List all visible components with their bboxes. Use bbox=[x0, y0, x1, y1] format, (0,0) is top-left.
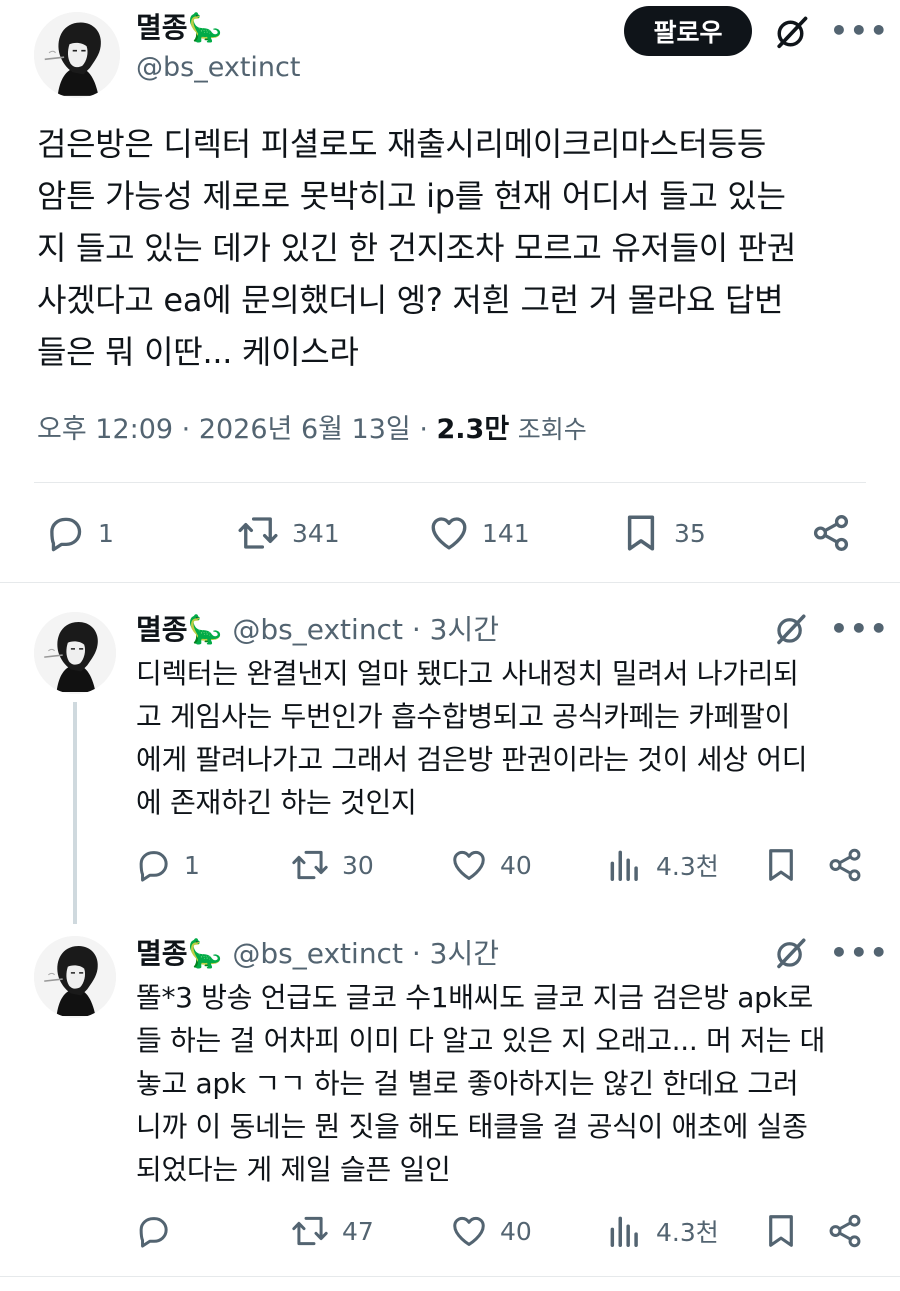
reply-body-line: 놓고 apk ㄱㄱ 하는 걸 별로 좋아하지는 않긴 한데요 그러 bbox=[136, 1067, 799, 1100]
retweet-icon bbox=[290, 846, 330, 884]
like-button[interactable]: 141 bbox=[428, 512, 530, 554]
views-label: 조회수 bbox=[517, 415, 587, 444]
reply-body-line: 똘*3 방송 언급도 글코 수1배씨도 글코 지금 검은방 apk로 bbox=[136, 981, 813, 1014]
reply-button[interactable] bbox=[134, 1212, 184, 1250]
reply-body-line: 니까 이 동네는 뭔 짓을 해도 태클을 걸 공식이 애초에 실종 bbox=[136, 1110, 808, 1143]
reply-bubble-icon bbox=[134, 1212, 172, 1250]
more-dots-icon[interactable]: ••• bbox=[830, 612, 890, 645]
share-button[interactable] bbox=[826, 846, 864, 884]
follow-button[interactable]: 팔로우 bbox=[624, 6, 752, 56]
views-button[interactable]: 4.3천 bbox=[606, 846, 719, 884]
bookmark-icon bbox=[762, 1212, 800, 1250]
like-button[interactable]: 40 bbox=[450, 1212, 532, 1250]
more-dots-icon[interactable]: ••• bbox=[830, 14, 890, 47]
bookmark-icon bbox=[620, 512, 662, 554]
like-count: 40 bbox=[500, 850, 532, 880]
divider bbox=[34, 482, 866, 483]
reply-header: 멸종🦕 @bs_extinct · 3시간 bbox=[136, 608, 499, 648]
retweet-count: 47 bbox=[342, 1216, 374, 1246]
retweet-button[interactable]: 30 bbox=[290, 846, 374, 884]
retweet-icon bbox=[290, 1212, 330, 1250]
avatar[interactable] bbox=[34, 612, 116, 694]
reply-body: 디렉터는 완결낸지 얼마 됐다고 사내정치 밀려서 나가리되 고 게임사는 두번… bbox=[136, 652, 876, 824]
retweet-count: 30 bbox=[342, 850, 374, 880]
timestamp[interactable]: 오후 12:09 · 2026년 6월 13일 · bbox=[37, 414, 428, 445]
views-button[interactable]: 4.3천 bbox=[606, 1212, 719, 1250]
tweet-meta: 오후 12:09 · 2026년 6월 13일 · 2.3만 조회수 bbox=[37, 407, 587, 446]
share-icon bbox=[810, 512, 852, 554]
views-count: 2.3만 bbox=[436, 414, 510, 445]
like-count: 141 bbox=[482, 518, 530, 548]
divider bbox=[0, 1276, 900, 1277]
retweet-button[interactable]: 47 bbox=[290, 1212, 374, 1250]
bookmark-count: 35 bbox=[674, 518, 706, 548]
reply-count: 1 bbox=[98, 518, 114, 548]
reply-bubble-icon bbox=[44, 512, 86, 554]
avatar[interactable] bbox=[34, 12, 120, 98]
reply-bubble-icon bbox=[134, 846, 172, 884]
heart-icon bbox=[450, 1212, 488, 1250]
tweet-body-line: 들은 뭐 이딴... 케이스라 bbox=[37, 333, 359, 371]
reply-button[interactable]: 1 bbox=[134, 846, 200, 884]
grok-slash-circle-icon[interactable] bbox=[774, 14, 810, 50]
like-button[interactable]: 40 bbox=[450, 846, 532, 884]
reply-body-line: 되었다는 게 제일 슬픈 일인 bbox=[136, 1153, 451, 1186]
reply-body-line: 고 게임사는 두번인가 흡수합병되고 공식카페는 카페팔이 bbox=[136, 700, 791, 733]
tweet-body-line: 암튼 가능성 제로로 못박히고 ip를 현재 어디서 들고 있는 bbox=[37, 177, 786, 215]
author-name[interactable]: 멸종🦕 bbox=[136, 6, 222, 46]
reply-body-line: 에 존재하긴 하는 것인지 bbox=[136, 786, 417, 819]
more-dots-icon[interactable]: ••• bbox=[830, 936, 890, 969]
grok-slash-circle-icon[interactable] bbox=[774, 612, 808, 646]
author-handle-time[interactable]: @bs_extinct · 3시간 bbox=[232, 608, 499, 648]
heart-icon bbox=[450, 846, 488, 884]
tweet-body: 검은방은 디렉터 피셜로도 재출시리메이크리마스터등등 암튼 가능성 제로로 못… bbox=[37, 118, 867, 378]
author-handle-time[interactable]: @bs_extinct · 3시간 bbox=[232, 932, 499, 972]
views-count: 4.3천 bbox=[656, 1218, 719, 1247]
bookmark-button[interactable] bbox=[762, 1212, 800, 1250]
reply-count: 1 bbox=[184, 850, 200, 880]
tweet-body-line: 사겠다고 ea에 문의했더니 엥? 저흰 그런 거 몰라요 답변 bbox=[37, 281, 784, 319]
reply-button[interactable]: 1 bbox=[44, 512, 114, 554]
reply-body-line: 디렉터는 완결낸지 얼마 됐다고 사내정치 밀려서 나가리되 bbox=[136, 657, 799, 690]
views-bars-icon bbox=[606, 846, 644, 884]
share-icon bbox=[826, 846, 864, 884]
share-button[interactable] bbox=[810, 512, 852, 554]
bookmark-button[interactable] bbox=[762, 846, 800, 884]
reply-body: 똘*3 방송 언급도 글코 수1배씨도 글코 지금 검은방 apk로 들 하는 … bbox=[136, 976, 876, 1191]
retweet-icon bbox=[236, 512, 280, 554]
tweet-body-line: 지 들고 있는 데가 있긴 한 건지조차 모르고 유저들이 판권 bbox=[37, 229, 797, 267]
heart-icon bbox=[428, 512, 470, 554]
views-bars-icon bbox=[606, 1212, 644, 1250]
tweet-body-line: 검은방은 디렉터 피셜로도 재출시리메이크리마스터등등 bbox=[37, 125, 766, 163]
reply-header: 멸종🦕 @bs_extinct · 3시간 bbox=[136, 932, 499, 972]
reply-body-line: 들 하는 걸 어차피 이미 다 알고 있은 지 오래고... 머 저는 대 bbox=[136, 1024, 826, 1057]
share-button[interactable] bbox=[826, 1212, 864, 1250]
like-count: 40 bbox=[500, 1216, 532, 1246]
bookmark-icon bbox=[762, 846, 800, 884]
author-name[interactable]: 멸종🦕 bbox=[136, 608, 222, 648]
retweet-button[interactable]: 341 bbox=[236, 512, 340, 554]
retweet-count: 341 bbox=[292, 518, 340, 548]
author-name[interactable]: 멸종🦕 bbox=[136, 932, 222, 972]
author-handle[interactable]: @bs_extinct bbox=[136, 52, 300, 83]
share-icon bbox=[826, 1212, 864, 1250]
avatar[interactable] bbox=[34, 936, 116, 1018]
reply-body-line: 에게 팔려나가고 그래서 검은방 판권이라는 것이 세상 어디 bbox=[136, 743, 808, 776]
bookmark-button[interactable]: 35 bbox=[620, 512, 706, 554]
grok-slash-circle-icon[interactable] bbox=[774, 936, 808, 970]
views-count: 4.3천 bbox=[656, 852, 719, 881]
divider bbox=[0, 582, 900, 583]
thread-line bbox=[73, 702, 77, 924]
